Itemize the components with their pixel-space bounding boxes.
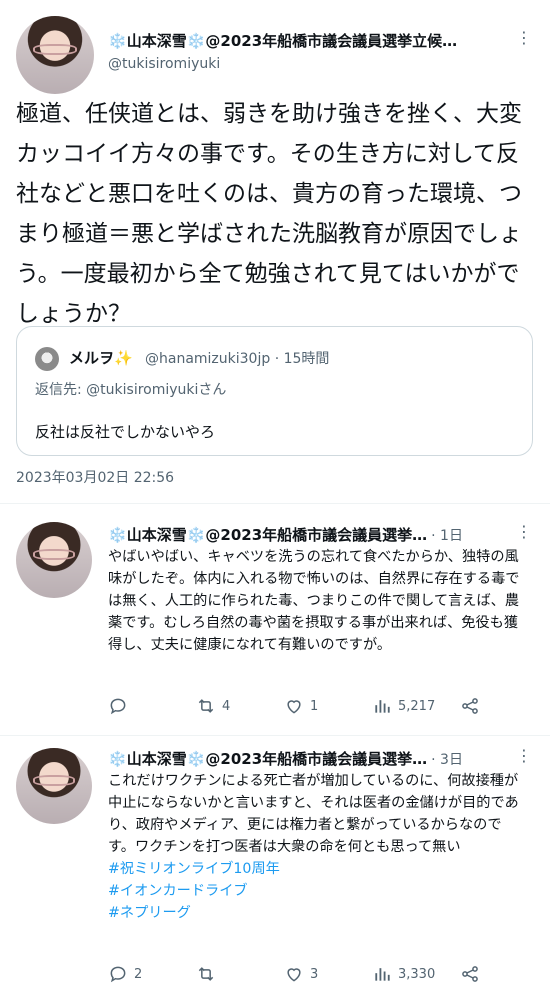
post-text: これだけワクチンによる死亡者が増加しているのに、何故接種が中止にならないかと言い…: [108, 770, 528, 924]
quote-text: 反社は反社でしかないやろ: [35, 423, 216, 441]
share-icon: [462, 966, 478, 982]
quote-avatar: [35, 347, 59, 371]
post-actions: 4 1 5,217: [108, 696, 488, 720]
snowflake-icon: ❄️: [186, 750, 206, 768]
like-count: 3: [310, 966, 319, 982]
quote-author-name: メルヲ✨: [69, 349, 133, 367]
divider: [0, 503, 550, 504]
author-name-row[interactable]: ❄️山本深雪❄️@2023年船橋市議会議員選挙… · 1日: [108, 524, 508, 545]
share-icon: [462, 698, 478, 714]
snowflake-icon: ❄️: [186, 526, 206, 544]
retweet-icon: [198, 967, 214, 981]
views-icon: [375, 700, 390, 713]
views-icon: [375, 968, 390, 981]
reply-icon: [110, 966, 126, 983]
post-time[interactable]: · 1日: [431, 525, 463, 545]
snowflake-icon: ❄️: [186, 32, 206, 50]
views-count: 3,330: [398, 966, 436, 982]
like-button[interactable]: 3: [284, 964, 318, 984]
more-options-icon[interactable]: ⋮: [516, 524, 532, 540]
share-button[interactable]: [460, 696, 480, 716]
like-button[interactable]: 1: [284, 696, 318, 716]
reply-button[interactable]: 2: [108, 964, 142, 984]
author-name-row[interactable]: ❄️山本深雪❄️@2023年船橋市議会議員選挙… · 3日: [108, 748, 508, 769]
author-handle[interactable]: @tukisiromiyuki: [108, 56, 220, 72]
like-count: 1: [310, 698, 319, 714]
views-count: 5,217: [398, 698, 436, 714]
snowflake-icon: ❄️: [108, 32, 127, 50]
author-avatar[interactable]: [16, 522, 92, 598]
tweet-timestamp[interactable]: 2023年03月02日 22:56: [16, 467, 174, 487]
heart-icon: [287, 968, 301, 982]
reply-count: 2: [134, 966, 143, 982]
quoted-tweet[interactable]: メルヲ✨ @hanamizuki30jp · 15時間 返信先: @tukisi…: [16, 326, 533, 456]
hashtag-link[interactable]: #イオンカードライブ: [108, 880, 528, 902]
author-name-row[interactable]: ❄️山本深雪❄️@2023年船橋市議会議員選挙立候…: [108, 30, 508, 51]
quote-reply-to: 返信先: @tukisiromiyukiさん: [35, 382, 227, 398]
share-button[interactable]: [460, 964, 480, 984]
retweet-icon: [198, 699, 214, 713]
retweet-button[interactable]: 4: [196, 696, 230, 716]
snowflake-icon: ❄️: [108, 526, 127, 544]
author-name: ❄️山本深雪❄️@2023年船橋市議会議員選挙…: [108, 750, 428, 768]
post-actions: 2 3 3,330: [108, 964, 488, 988]
quote-handle-time: @hanamizuki30jp · 15時間: [145, 351, 330, 367]
retweet-button[interactable]: [196, 964, 222, 984]
more-options-icon[interactable]: ⋮: [516, 30, 532, 46]
hashtag-link[interactable]: #ネプリーグ: [108, 902, 528, 924]
reply-icon: [110, 698, 126, 715]
hashtag-link[interactable]: #祝ミリオンライブ10周年: [108, 858, 528, 880]
author-name: ❄️山本深雪❄️@2023年船橋市議会議員選挙立候…: [108, 32, 458, 50]
tweet-text: 極道、任侠道とは、弱きを助け強きを挫く、大変カッコイイ方々の事です。その生き方に…: [16, 101, 522, 327]
author-avatar[interactable]: [16, 748, 92, 824]
post-time[interactable]: · 3日: [431, 749, 463, 769]
heart-icon: [287, 700, 301, 714]
author-name: ❄️山本深雪❄️@2023年船橋市議会議員選挙…: [108, 526, 428, 544]
post-text: やばいやばい、キャベツを洗うの忘れて食べたからか、独特の風味がしたぞ。体内に入れ…: [108, 549, 520, 653]
author-avatar[interactable]: [16, 16, 94, 94]
reply-button[interactable]: [108, 696, 134, 716]
divider: [0, 735, 550, 736]
views-button[interactable]: 3,330: [372, 964, 435, 984]
snowflake-icon: ❄️: [108, 750, 127, 768]
retweet-count: 4: [222, 698, 231, 714]
views-button[interactable]: 5,217: [372, 696, 435, 716]
more-options-icon[interactable]: ⋮: [516, 748, 532, 764]
